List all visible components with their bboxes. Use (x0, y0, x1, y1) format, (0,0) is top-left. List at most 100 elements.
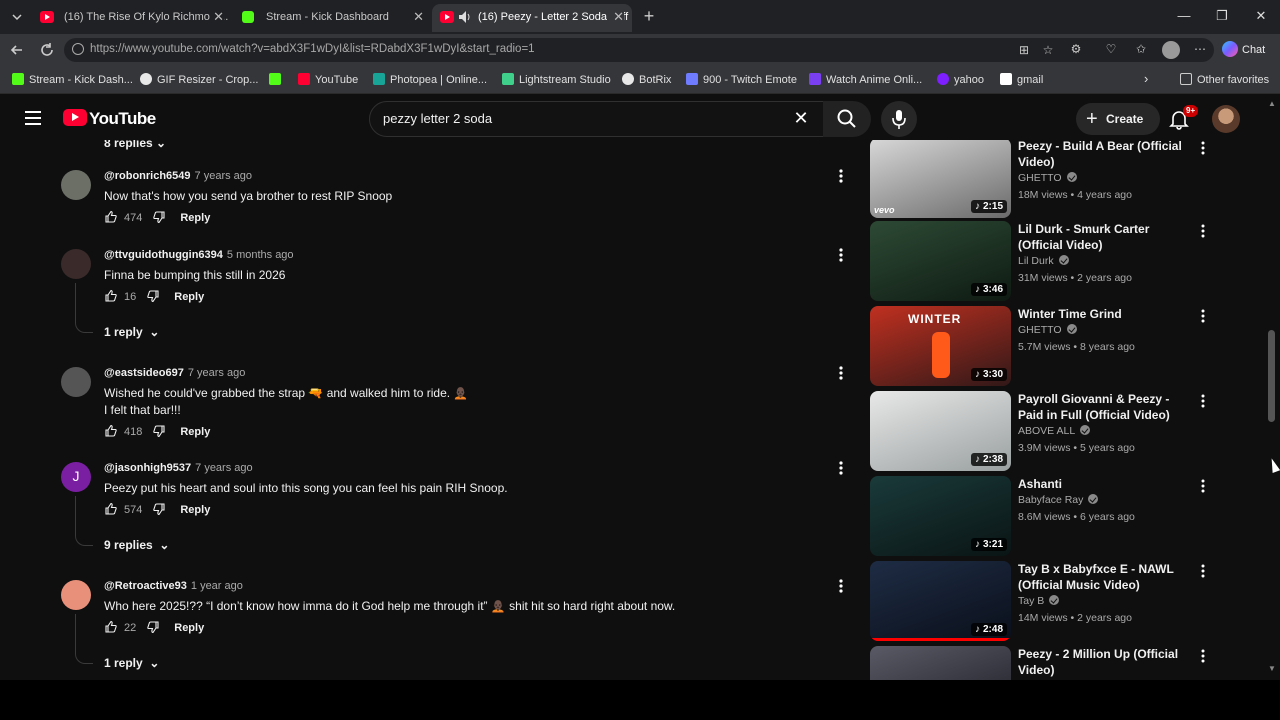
video-thumbnail[interactable]: 3:21 (870, 476, 1011, 556)
dislike-icon[interactable] (146, 289, 160, 303)
video-menu-icon[interactable] (1198, 223, 1208, 239)
video-thumbnail[interactable]: WINTER 3:30 (870, 306, 1011, 386)
other-favorites[interactable]: Other favorites (1180, 73, 1269, 86)
bookmark-gif-resizer[interactable]: GIF Resizer - Crop... (140, 73, 258, 86)
related-video-card[interactable]: Peezy - 2 Million Up (Official Video) (870, 646, 1210, 680)
video-title[interactable]: Peezy - Build A Bear (Official Video) (1018, 140, 1188, 170)
commenter-handle[interactable]: @jasonhigh9537 (104, 462, 191, 474)
bookmark-kick-dashboard[interactable]: Stream - Kick Dash... (12, 73, 133, 86)
bookmark-botrix[interactable]: BotRix (622, 73, 671, 86)
tab-peezy-letter-2-soda[interactable]: (16) Peezy - Letter 2 Soda (Off ✕ (432, 4, 632, 32)
commenter-handle[interactable]: @robonrich6549 (104, 170, 191, 182)
clear-search-icon[interactable]: ✕ (791, 108, 811, 129)
youtube-logo[interactable]: YouTube (63, 109, 156, 129)
comment-menu-icon[interactable] (835, 365, 847, 381)
view-replies-button[interactable]: 9 replies ⌄ (104, 538, 169, 552)
scroll-down-arrow-icon[interactable]: ▼ (1268, 664, 1276, 673)
video-title[interactable]: Lil Durk - Smurk Carter (Official Video) (1018, 221, 1188, 253)
extensions-icon[interactable]: ⚙ (1068, 42, 1084, 56)
minimize-button[interactable]: — (1174, 8, 1194, 23)
view-replies-button[interactable]: 8 replies ⌄ (104, 140, 166, 150)
comment-menu-icon[interactable] (835, 460, 847, 476)
comment-time[interactable]: 7 years ago (195, 462, 252, 474)
refresh-button[interactable] (38, 41, 56, 59)
like-icon[interactable] (104, 502, 118, 516)
bookmark-gmail[interactable]: gmail (1000, 73, 1043, 86)
comment-time[interactable]: 1 year ago (191, 580, 243, 592)
copilot-chat-button[interactable]: Chat (1222, 40, 1265, 60)
dislike-icon[interactable] (152, 424, 166, 438)
favorites-icon[interactable]: ✩ (1133, 42, 1149, 56)
create-button[interactable]: + Create (1076, 103, 1160, 135)
bookmark-yahoo[interactable]: yahoo (937, 73, 984, 86)
bookmark-lightstream[interactable]: Lightstream Studio (502, 73, 611, 86)
omnibox[interactable]: https://www.youtube.com/watch?v=abdX3F1w… (64, 38, 1214, 62)
video-title[interactable]: Tay B x Babyfxce E - NAWL (Official Musi… (1018, 561, 1188, 593)
reply-button[interactable]: Reply (174, 622, 204, 634)
voice-search-button[interactable] (881, 101, 917, 137)
video-thumbnail[interactable]: 3:46 (870, 221, 1011, 301)
view-replies-button[interactable]: 1 reply ⌄ (104, 656, 159, 670)
bookmarks-overflow-chevron-icon[interactable]: › (1144, 71, 1148, 86)
channel-name[interactable]: GHETTO (1018, 324, 1077, 336)
related-video-card[interactable]: 3:46 Lil Durk - Smurk Carter (Official Vi… (870, 221, 1210, 301)
commenter-avatar[interactable] (61, 367, 91, 397)
channel-name[interactable]: ABOVE ALL (1018, 425, 1091, 437)
video-menu-icon[interactable] (1198, 563, 1208, 579)
video-menu-icon[interactable] (1198, 140, 1208, 156)
dislike-icon[interactable] (152, 210, 166, 224)
page-scrollbar[interactable]: ▲ ▼ (1266, 98, 1278, 680)
site-info-icon[interactable] (72, 43, 84, 55)
favorite-star-icon[interactable]: ☆ (1040, 43, 1056, 57)
comment-time[interactable]: 7 years ago (195, 170, 252, 182)
tab-list-button[interactable] (6, 6, 28, 28)
audio-playing-icon[interactable] (458, 4, 472, 30)
channel-name[interactable]: GHETTO (1018, 172, 1077, 184)
channel-name[interactable]: Tay B (1018, 595, 1060, 607)
reply-button[interactable]: Reply (180, 212, 210, 224)
video-menu-icon[interactable] (1198, 478, 1208, 494)
video-menu-icon[interactable] (1198, 393, 1208, 409)
video-title[interactable]: Payroll Giovanni & Peezy - Paid in Full … (1018, 391, 1188, 423)
app-available-icon[interactable]: ⊞ (1016, 43, 1032, 57)
video-menu-icon[interactable] (1198, 648, 1208, 664)
video-thumbnail[interactable]: 2:38 (870, 391, 1011, 471)
video-thumbnail[interactable] (870, 646, 1011, 680)
related-video-card[interactable]: WINTER 3:30 Winter Time Grind GHETTO 5.7M vi… (870, 306, 1210, 386)
reply-button[interactable]: Reply (174, 291, 204, 303)
comment-menu-icon[interactable] (835, 578, 847, 594)
bookmark-twitch-emote[interactable]: 900 - Twitch Emote (686, 73, 797, 86)
tab-kick-dashboard[interactable]: Stream - Kick Dashboard ✕ (234, 4, 432, 32)
commenter-avatar[interactable] (61, 580, 91, 610)
dislike-icon[interactable] (146, 620, 160, 634)
related-video-card[interactable]: vevo 2:15 Peezy - Build A Bear (Official V… (870, 140, 1210, 218)
commenter-avatar[interactable]: J (61, 462, 91, 492)
video-thumbnail[interactable]: vevo 2:15 (870, 140, 1011, 218)
comment-menu-icon[interactable] (835, 247, 847, 263)
comment-time[interactable]: 5 months ago (227, 249, 294, 261)
reply-button[interactable]: Reply (180, 504, 210, 516)
commenter-avatar[interactable] (61, 170, 91, 200)
comment-menu-icon[interactable] (835, 168, 847, 184)
browser-essentials-icon[interactable]: ♡ (1103, 42, 1119, 56)
commenter-handle[interactable]: @ttvguidothuggin6394 (104, 249, 223, 261)
tab-kylo-richmond[interactable]: (16) The Rise Of Kylo Richmond.. ✕ (32, 4, 232, 32)
search-button[interactable] (823, 101, 871, 137)
restore-button[interactable]: ❐ (1212, 8, 1232, 24)
bookmark-youtube[interactable]: YouTube (298, 73, 358, 86)
video-title[interactable]: Peezy - 2 Million Up (Official Video) (1018, 646, 1188, 678)
view-replies-button[interactable]: 1 reply ⌄ (104, 325, 159, 339)
reply-button[interactable]: Reply (180, 426, 210, 438)
dislike-icon[interactable] (152, 502, 166, 516)
close-tab-icon[interactable]: ✕ (210, 4, 224, 30)
video-title[interactable]: Ashanti (1018, 476, 1188, 492)
bookmark-kick[interactable] (269, 73, 286, 86)
like-icon[interactable] (104, 424, 118, 438)
video-title[interactable]: Winter Time Grind (1018, 306, 1188, 322)
video-menu-icon[interactable] (1198, 308, 1208, 324)
profile-avatar[interactable] (1162, 41, 1180, 59)
channel-name[interactable]: Lil Durk (1018, 255, 1069, 267)
related-video-card[interactable]: 2:48 Tay B x Babyfxce E - NAWL (Official … (870, 561, 1210, 641)
video-thumbnail[interactable]: 2:48 (870, 561, 1011, 641)
commenter-handle[interactable]: @eastsideo697 (104, 367, 184, 379)
